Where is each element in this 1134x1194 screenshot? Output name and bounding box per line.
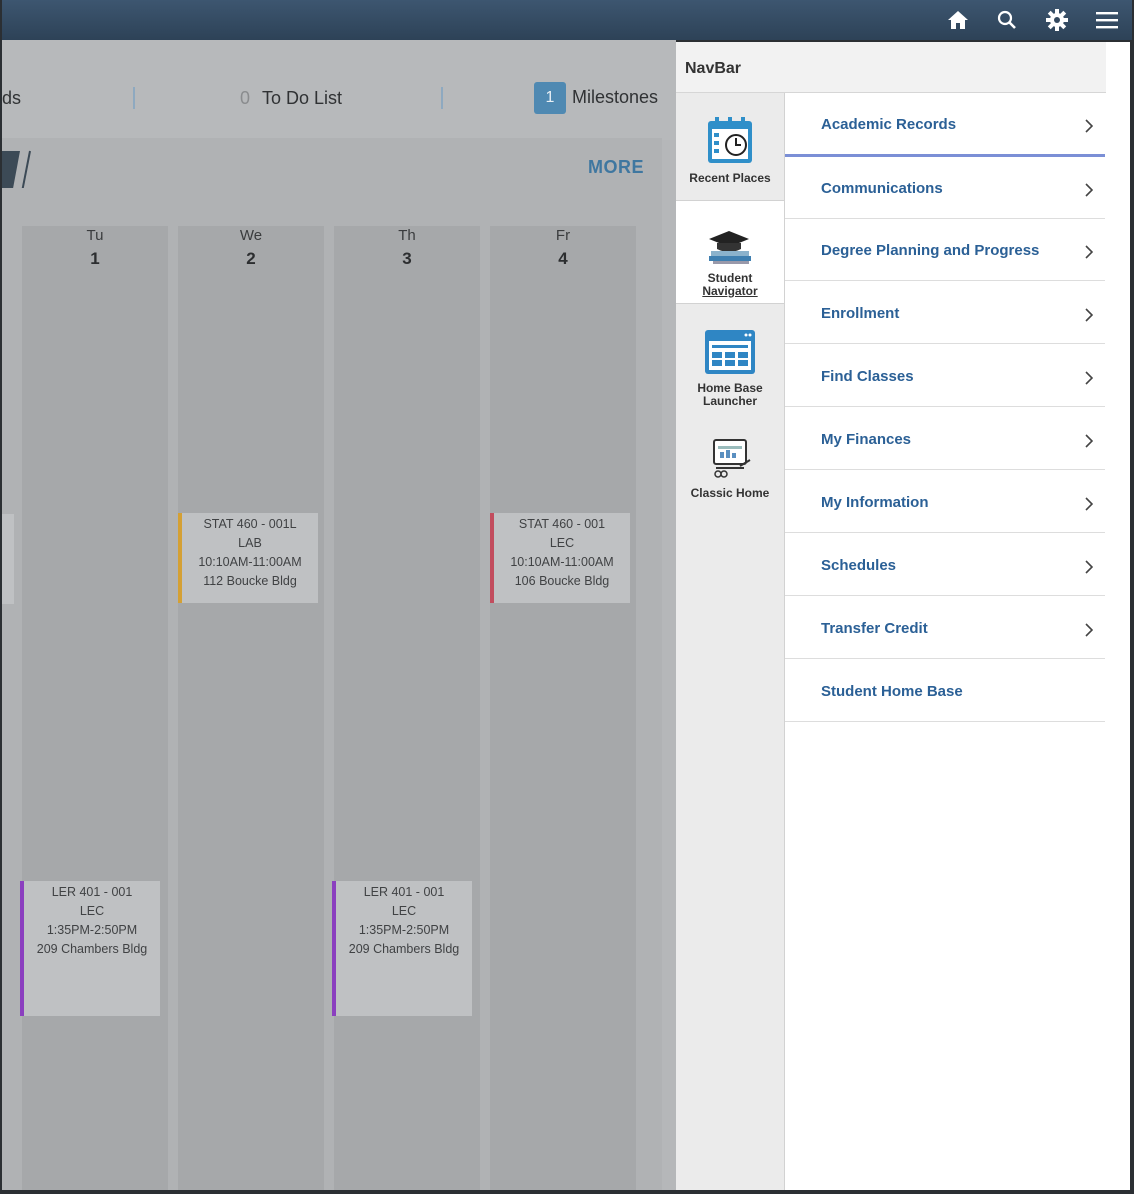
day-column xyxy=(334,226,480,1190)
day-number: 2 xyxy=(246,249,256,268)
event-room: 106 Boucke Bldg xyxy=(514,574,610,588)
menu-item-enrollment[interactable]: Enrollment xyxy=(785,282,1105,344)
chevron-right-icon xyxy=(1085,308,1093,322)
day-column xyxy=(178,226,324,1190)
milestones-link[interactable]: 1 Milestones xyxy=(534,82,658,114)
day-number: 4 xyxy=(558,249,568,268)
milestones-label: Milestones xyxy=(572,86,659,107)
menu-label: Degree Planning and Progress xyxy=(821,242,1040,259)
todo-link[interactable]: 0 To Do List xyxy=(240,88,342,109)
chevron-right-icon xyxy=(1085,434,1093,448)
menu-item-find-classes[interactable]: Find Classes xyxy=(785,345,1105,407)
menu-item-my-finances[interactable]: My Finances xyxy=(785,408,1105,470)
search-icon[interactable] xyxy=(987,0,1027,40)
right-margin xyxy=(1106,42,1130,1190)
chevron-right-icon xyxy=(1085,119,1093,133)
menu-label: Find Classes xyxy=(821,368,914,385)
event-course: STAT 460 - 001 xyxy=(518,517,606,531)
event-room: 209 Chambers Bldg xyxy=(348,942,460,956)
event-type: LAB xyxy=(238,536,262,550)
class-event[interactable]: LER 401 - 001 LEC 1:35PM-2:50PM 209 Cham… xyxy=(332,881,472,1016)
tab-home-base-launcher[interactable]: Home Base Launcher xyxy=(676,329,784,429)
navbar-tabs: Recent Places Student Navigator Home Bas… xyxy=(676,93,785,1190)
event-room: 209 Chambers Bldg xyxy=(36,942,148,956)
day-name: Tu xyxy=(86,227,104,244)
tab-label: Classic Home xyxy=(690,486,770,500)
classic-screen-icon xyxy=(676,436,784,483)
menu-label: My Finances xyxy=(821,431,912,448)
chevron-right-icon xyxy=(1085,371,1093,385)
chevron-right-icon xyxy=(1085,623,1093,637)
day-name: Fr xyxy=(555,227,571,244)
class-event[interactable]: STAT 460 - 001 LEC 10:10AM-11:00AM 106 B… xyxy=(490,513,630,603)
tab-label: Recent Places xyxy=(689,171,771,185)
event-type: LEC xyxy=(79,904,105,918)
menu-label: Academic Records xyxy=(821,116,957,133)
divider xyxy=(133,87,135,109)
tab-student-navigator[interactable]: Student Navigator xyxy=(676,200,784,304)
tab-label: Navigator xyxy=(702,284,758,298)
chevron-right-icon xyxy=(1085,497,1093,511)
launcher-grid-icon xyxy=(676,329,784,378)
menu-item-academic-records[interactable]: Academic Records xyxy=(785,93,1105,157)
tab-label: Home Base xyxy=(697,381,763,395)
day-column xyxy=(22,226,168,1190)
more-link[interactable]: MORE xyxy=(588,157,644,178)
event-time: 1:35PM-2:50PM xyxy=(358,923,450,937)
tab-label: Student xyxy=(707,271,753,285)
day-name: We xyxy=(239,227,263,244)
navbar-header: NavBar xyxy=(676,42,1106,93)
graduation-cap-icon xyxy=(676,227,784,268)
top-header xyxy=(0,0,1132,40)
day-name: Th xyxy=(398,227,416,244)
day-number: 3 xyxy=(402,249,412,268)
day-number: 1 xyxy=(90,249,100,268)
divider xyxy=(441,87,443,109)
chevron-right-icon xyxy=(1085,183,1093,197)
gear-icon[interactable] xyxy=(1037,0,1077,40)
tab-label: Launcher xyxy=(702,394,757,408)
menu-label: Communications xyxy=(821,180,943,197)
chevron-right-icon xyxy=(1085,560,1093,574)
navbar-panel: NavBar Recent Places Student Navigator H… xyxy=(676,42,1107,1190)
event-type: LEC xyxy=(549,536,575,550)
event-course: STAT 460 - 001L xyxy=(203,517,297,531)
class-event[interactable]: STAT 460 - 001L LAB 10:10AM-11:00AM 112 … xyxy=(178,513,318,603)
day-column xyxy=(490,226,636,1190)
navbar-title: NavBar xyxy=(685,60,742,77)
menu-item-schedules[interactable]: Schedules xyxy=(785,534,1105,596)
partial-link[interactable]: ds xyxy=(2,88,21,109)
menu-label: My Information xyxy=(821,494,929,511)
milestones-count: 1 xyxy=(534,82,566,114)
event-time: 1:35PM-2:50PM xyxy=(46,923,138,937)
partial-event[interactable] xyxy=(2,514,14,604)
event-course: LER 401 - 001 xyxy=(51,885,133,899)
page-overlay: ds 0 To Do List 1 Milestones MORE Tu 1 We … xyxy=(2,40,676,1190)
menu-item-student-home-base[interactable]: Student Home Base xyxy=(785,660,1105,722)
home-icon[interactable] xyxy=(938,0,978,40)
class-event[interactable]: LER 401 - 001 LEC 1:35PM-2:50PM 209 Cham… xyxy=(20,881,160,1016)
menu-label: Enrollment xyxy=(821,305,900,322)
menu-label: Schedules xyxy=(821,557,897,574)
event-type: LEC xyxy=(391,904,417,918)
menu-item-communications[interactable]: Communications xyxy=(785,157,1105,219)
chevron-right-icon xyxy=(1085,245,1093,259)
todo-count: 0 xyxy=(240,88,251,108)
tab-recent-places[interactable]: Recent Places xyxy=(676,93,784,200)
menu-item-my-information[interactable]: My Information xyxy=(785,471,1105,533)
event-course: LER 401 - 001 xyxy=(363,885,445,899)
menu-label: Transfer Credit xyxy=(821,620,928,637)
event-time: 10:10AM-11:00AM xyxy=(198,555,302,569)
menu-item-transfer-credit[interactable]: Transfer Credit xyxy=(785,597,1105,659)
event-room: 112 Boucke Bldg xyxy=(203,574,297,588)
todo-label: To Do List xyxy=(262,88,343,108)
tab-slash xyxy=(2,150,31,188)
event-time: 10:10AM-11:00AM xyxy=(510,555,614,569)
summary-bar: ds 0 To Do List 1 Milestones xyxy=(2,40,676,140)
menu-label: Student Home Base xyxy=(821,683,963,700)
calendar-clock-icon xyxy=(676,115,784,168)
menu-icon[interactable] xyxy=(1087,0,1127,40)
menu-item-degree-planning[interactable]: Degree Planning and Progress xyxy=(785,219,1105,281)
tab-classic-home[interactable]: Classic Home xyxy=(676,436,784,516)
